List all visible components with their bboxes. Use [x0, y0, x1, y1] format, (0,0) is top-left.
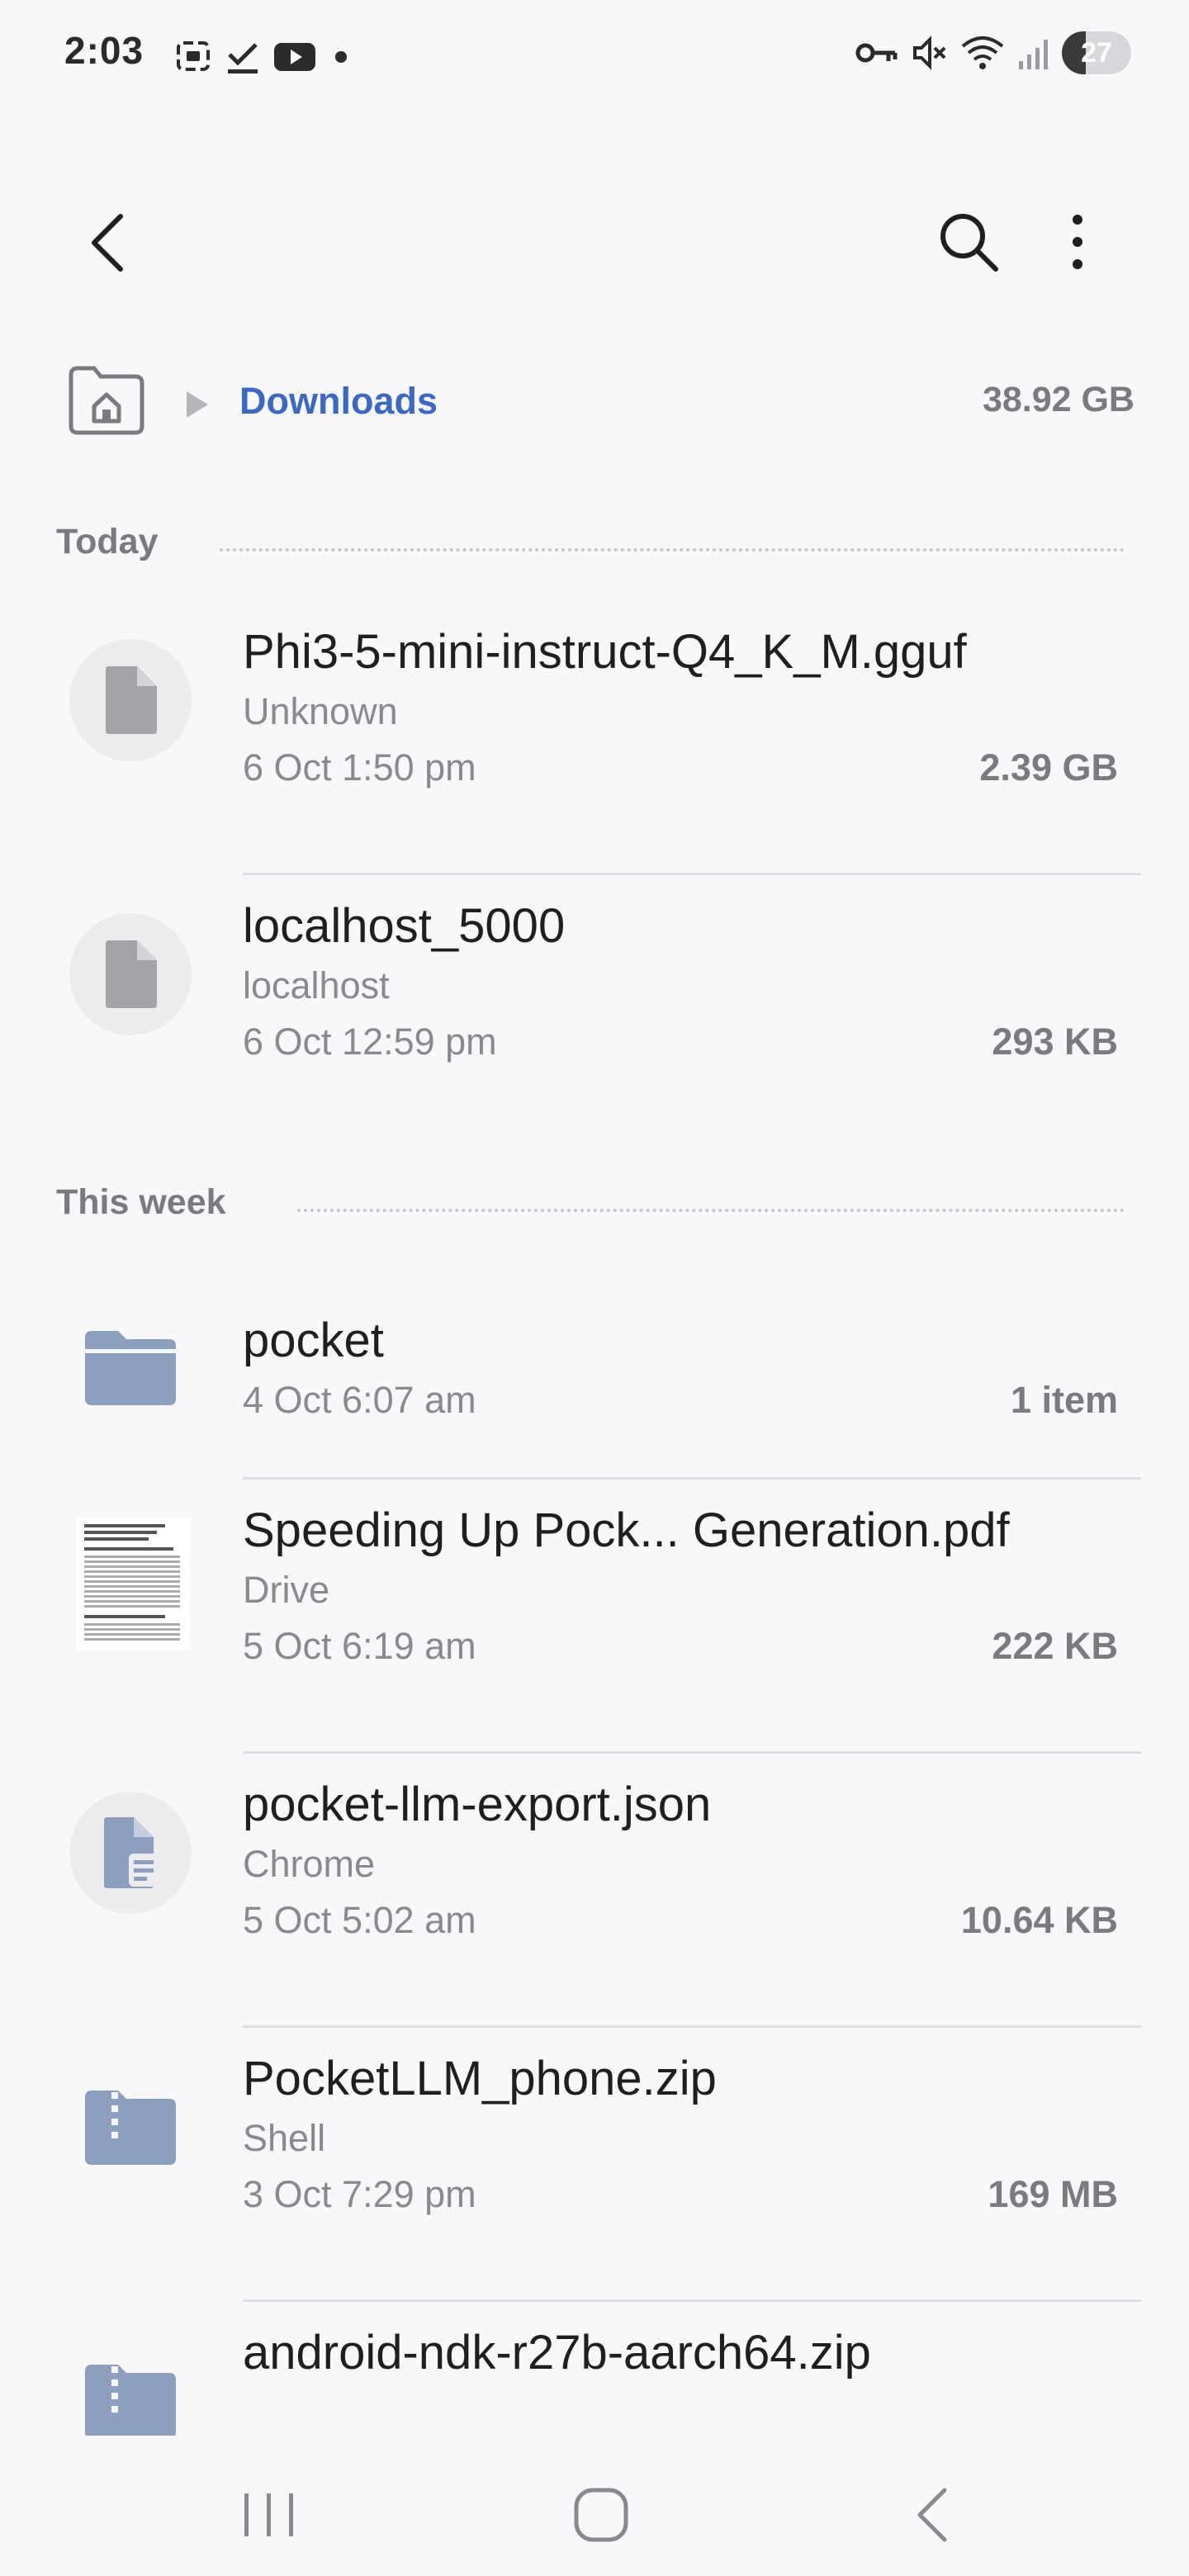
section-label: Today [56, 522, 159, 561]
file-date: 3 Oct 7:29 pm [243, 2173, 476, 2215]
document-icon [69, 1792, 192, 1914]
file-size: 293 KB [992, 1020, 1118, 1063]
list-item[interactable]: Speeding Up Pock... Generation.pdf Drive… [0, 1480, 1189, 1754]
file-name: PocketLLM_phone.zip [243, 2052, 717, 2105]
file-date: 4 Oct 6:07 am [243, 1379, 476, 1421]
file-size: 2.39 GB [979, 746, 1118, 788]
home-icon[interactable] [571, 2485, 631, 2545]
section-label: This week [56, 1182, 226, 1222]
section-divider [297, 1209, 1125, 1212]
nav-back-icon[interactable] [908, 2485, 958, 2545]
section-header-this-week: This week [0, 1177, 1189, 1235]
recent-apps-icon[interactable] [239, 2490, 299, 2540]
file-size: 169 MB [988, 2173, 1118, 2215]
file-date: 6 Oct 12:59 pm [243, 1020, 497, 1063]
file-name: Phi3-5-mini-instruct-Q4_K_M.gguf [243, 625, 967, 679]
list-item[interactable]: PocketLLM_phone.zip Shell 3 Oct 7:29 pm … [0, 2028, 1189, 2302]
file-name: pocket-llm-export.json [243, 1778, 712, 1831]
zip-folder-icon [69, 2340, 192, 2436]
file-source: Shell [243, 2117, 326, 2159]
file-source: localhost [243, 964, 390, 1006]
file-icon [69, 913, 192, 1035]
file-icon [69, 639, 192, 761]
zip-folder-icon [69, 2066, 192, 2188]
list-item[interactable]: Phi3-5-mini-instruct-Q4_K_M.gguf Unknown… [0, 601, 1189, 875]
file-size: 10.64 KB [960, 1899, 1118, 1941]
file-size: 1 item [1010, 1379, 1118, 1421]
list-item[interactable]: localhost_5000 localhost 6 Oct 12:59 pm … [0, 875, 1189, 1149]
section-divider [220, 548, 1125, 552]
file-source: Drive [243, 1569, 330, 1611]
file-name: pocket [243, 1314, 384, 1367]
file-date: 5 Oct 5:02 am [243, 1899, 476, 1941]
pdf-thumbnail [76, 1518, 190, 1650]
file-source: Chrome [243, 1843, 376, 1885]
file-list: Today Phi3-5-mini-instruct-Q4_K_M.gguf U… [0, 0, 1189, 2436]
file-name: android-ndk-r27b-aarch64.zip [243, 2326, 871, 2379]
file-name: Speeding Up Pock... Generation.pdf [243, 1503, 1010, 1557]
navigation-bar [0, 2436, 1189, 2576]
file-date: 5 Oct 6:19 am [243, 1625, 476, 1667]
file-size: 222 KB [992, 1625, 1118, 1667]
file-date: 6 Oct 1:50 pm [243, 746, 476, 788]
list-item[interactable]: android-ndk-r27b-aarch64.zip [0, 2302, 1189, 2436]
list-item[interactable]: pocket-llm-export.json Chrome 5 Oct 5:02… [0, 1754, 1189, 2028]
folder-icon [69, 1306, 192, 1428]
list-item[interactable]: pocket 4 Oct 6:07 am 1 item [0, 1290, 1189, 1480]
file-name: localhost_5000 [243, 899, 566, 953]
section-header-today: Today [0, 517, 1189, 575]
file-source: Unknown [243, 690, 398, 732]
